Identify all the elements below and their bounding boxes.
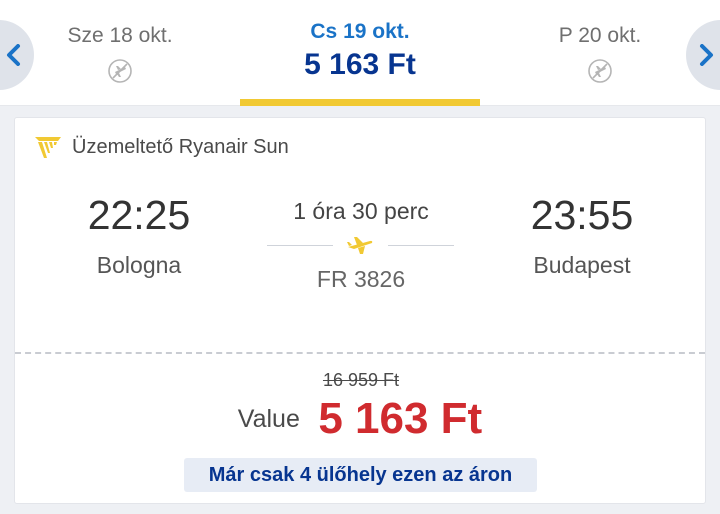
arrival-city: Budapest xyxy=(533,252,631,278)
fare-row[interactable]: Value 5 163 Ft xyxy=(15,394,705,444)
chevron-left-icon xyxy=(7,44,20,66)
previous-date-button[interactable] xyxy=(0,20,34,90)
flight-number: FR 3826 xyxy=(316,266,406,292)
route-line-right xyxy=(388,245,454,246)
date-label: Sze 18 okt. xyxy=(67,24,173,47)
departure-time: 22:25 xyxy=(87,192,191,238)
date-option-prev[interactable]: Sze 18 okt. xyxy=(40,0,200,106)
operator-label: Üzemeltető Ryanair Sun xyxy=(72,135,289,158)
departure-city: Bologna xyxy=(96,252,182,278)
seats-left-badge: Már csak 4 ülőhely ezen az áron xyxy=(184,458,537,492)
fare-type-label: Value xyxy=(237,404,300,433)
selected-date-indicator xyxy=(240,99,480,106)
flight-card[interactable]: Üzemeltető Ryanair Sun 22:25 Bologna 1 ó… xyxy=(14,117,706,504)
plane-icon xyxy=(347,237,373,254)
route-line-left xyxy=(267,245,333,246)
original-price: 16 959 Ft xyxy=(322,370,400,390)
arrival-time: 23:55 xyxy=(530,192,634,238)
date-price: 5 163 Ft xyxy=(304,48,416,81)
date-label: Cs 19 okt. xyxy=(310,20,410,43)
card-divider xyxy=(15,352,705,354)
no-flight-icon xyxy=(588,59,612,83)
chevron-right-icon xyxy=(700,44,713,66)
ryanair-harp-logo xyxy=(35,137,61,158)
fare-price: 5 163 Ft xyxy=(318,394,483,443)
date-selector: Sze 18 okt. Cs 19 okt. 5 163 Ft P 20 okt… xyxy=(0,0,720,106)
date-option-next[interactable]: P 20 okt. xyxy=(520,0,680,106)
date-option-selected[interactable]: Cs 19 okt. 5 163 Ft xyxy=(240,0,480,106)
operator-info: Üzemeltető Ryanair Sun xyxy=(33,134,289,160)
date-label: P 20 okt. xyxy=(558,24,642,47)
next-date-button[interactable] xyxy=(686,20,720,90)
flight-duration: 1 óra 30 perc xyxy=(293,198,429,224)
no-flight-icon xyxy=(108,59,132,83)
